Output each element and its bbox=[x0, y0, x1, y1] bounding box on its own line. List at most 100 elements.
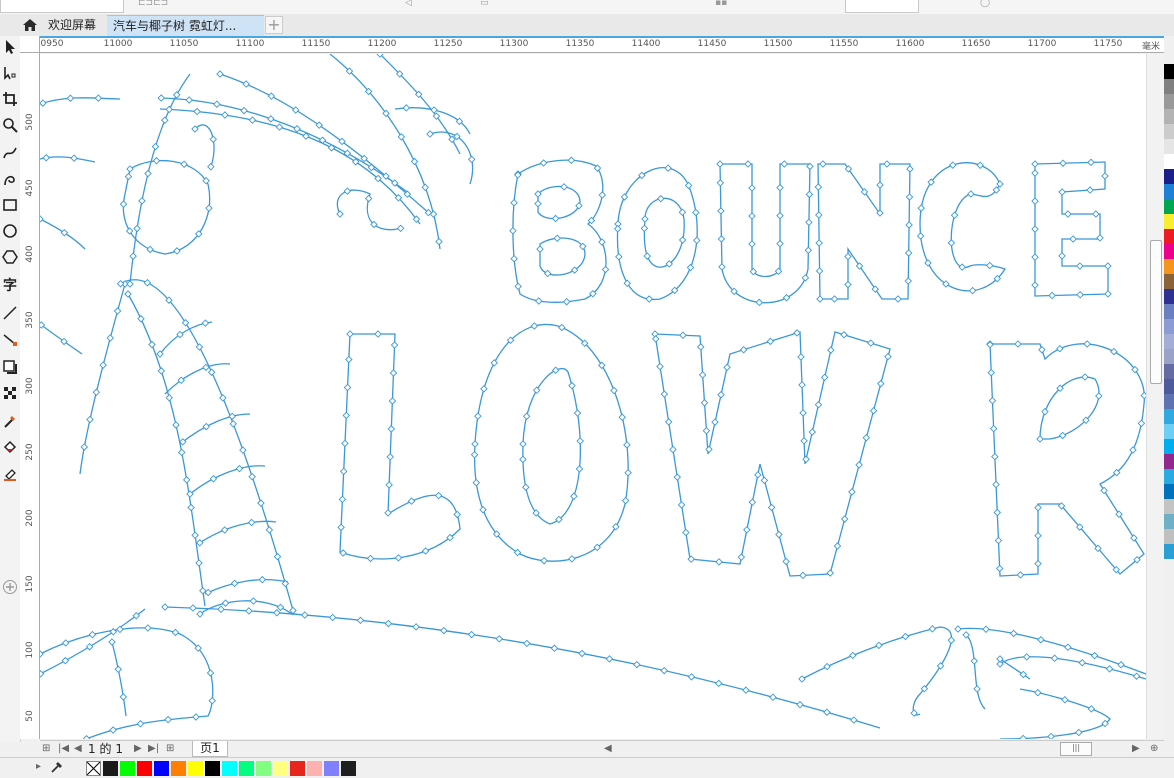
path-node[interactable] bbox=[796, 700, 804, 709]
path-node[interactable] bbox=[905, 193, 914, 201]
path-node[interactable] bbox=[208, 696, 216, 705]
path-node[interactable] bbox=[1104, 290, 1112, 298]
path-node[interactable] bbox=[394, 554, 403, 562]
path-node[interactable] bbox=[258, 575, 267, 584]
path-node[interactable] bbox=[1031, 253, 1039, 261]
path-node[interactable] bbox=[291, 106, 300, 114]
navigator-icon[interactable]: ⊕ bbox=[1150, 741, 1158, 757]
path-node[interactable] bbox=[815, 211, 823, 219]
path-node[interactable] bbox=[954, 625, 962, 633]
path-node[interactable] bbox=[177, 448, 186, 457]
path-node[interactable] bbox=[686, 263, 695, 272]
path-node[interactable] bbox=[947, 239, 956, 247]
horizontal-scroll-thumb[interactable]: ||| bbox=[1060, 742, 1092, 756]
path-node[interactable] bbox=[815, 239, 823, 247]
path-node[interactable] bbox=[775, 530, 783, 539]
zoom-tool-icon[interactable] bbox=[0, 114, 20, 136]
path-node[interactable] bbox=[216, 70, 224, 78]
path-node[interactable] bbox=[739, 345, 748, 354]
path-node[interactable] bbox=[217, 605, 225, 614]
path-node[interactable] bbox=[148, 340, 156, 349]
toolbar-glyph[interactable]: ▭ bbox=[480, 0, 489, 8]
path-node[interactable] bbox=[1036, 435, 1044, 443]
path-node[interactable] bbox=[389, 369, 398, 377]
toolbar-glyph[interactable]: ▪▪ bbox=[715, 0, 727, 8]
path-node[interactable] bbox=[743, 525, 751, 534]
path-node[interactable] bbox=[766, 337, 775, 346]
path-node[interactable] bbox=[716, 179, 725, 187]
path-node[interactable] bbox=[705, 445, 713, 454]
path-node[interactable] bbox=[257, 499, 265, 507]
interactive-fill-icon[interactable] bbox=[0, 436, 20, 458]
path-node[interactable] bbox=[143, 278, 152, 287]
path-node[interactable] bbox=[1016, 571, 1025, 579]
palette-swatch[interactable] bbox=[1164, 244, 1174, 259]
path-node[interactable] bbox=[1041, 407, 1049, 416]
ruler-origin[interactable] bbox=[20, 36, 40, 53]
document-color-swatch[interactable] bbox=[188, 761, 203, 776]
path-node[interactable] bbox=[754, 471, 762, 479]
path-node[interactable] bbox=[470, 450, 479, 459]
path-node[interactable] bbox=[576, 437, 584, 445]
path-node[interactable] bbox=[987, 368, 995, 377]
path-node[interactable] bbox=[568, 381, 576, 390]
path-node[interactable] bbox=[799, 409, 807, 417]
palette-swatch[interactable] bbox=[1164, 454, 1174, 469]
path-node[interactable] bbox=[601, 265, 610, 274]
path-node[interactable] bbox=[805, 218, 813, 227]
text-tool-icon[interactable]: 字 bbox=[0, 274, 20, 296]
path-node[interactable] bbox=[185, 96, 193, 104]
path-node[interactable] bbox=[1086, 186, 1094, 194]
path-node[interactable] bbox=[808, 428, 817, 436]
horizontal-scrollbar[interactable]: ◀ ||| ▶ bbox=[604, 742, 1144, 756]
page-tab[interactable]: 页1 bbox=[192, 741, 228, 757]
path-node[interactable] bbox=[802, 455, 810, 464]
path-node[interactable] bbox=[144, 169, 152, 178]
path-node[interactable] bbox=[86, 415, 94, 424]
path-node[interactable] bbox=[146, 245, 154, 254]
palette-swatch[interactable] bbox=[1164, 154, 1174, 169]
path-node[interactable] bbox=[138, 197, 146, 205]
property-spinner[interactable] bbox=[845, 0, 919, 13]
path-node[interactable] bbox=[613, 225, 622, 233]
path-node[interactable] bbox=[767, 503, 776, 512]
path-node[interactable] bbox=[343, 187, 352, 195]
path-node[interactable] bbox=[247, 518, 256, 527]
path-node[interactable] bbox=[1096, 234, 1104, 242]
no-color-swatch[interactable] bbox=[86, 761, 101, 776]
path-node[interactable] bbox=[342, 411, 351, 420]
path-node[interactable] bbox=[855, 461, 863, 469]
path-node[interactable] bbox=[848, 488, 856, 496]
path-node[interactable] bbox=[844, 280, 852, 289]
path-node[interactable] bbox=[1047, 732, 1055, 739]
path-node[interactable] bbox=[827, 346, 835, 354]
path-node[interactable] bbox=[161, 116, 169, 124]
palette-swatch[interactable] bbox=[1164, 469, 1174, 484]
path-node[interactable] bbox=[1061, 696, 1069, 704]
document-color-swatch[interactable] bbox=[290, 761, 305, 776]
path-node[interactable] bbox=[522, 483, 530, 491]
palette-swatch[interactable] bbox=[1164, 304, 1174, 319]
path-node[interactable] bbox=[1038, 345, 1046, 354]
palette-swatch[interactable] bbox=[1164, 169, 1174, 184]
document-color-swatch[interactable] bbox=[341, 761, 356, 776]
path-node[interactable] bbox=[205, 204, 213, 212]
path-node[interactable] bbox=[816, 295, 824, 303]
path-node[interactable] bbox=[1076, 262, 1084, 270]
path-node[interactable] bbox=[840, 331, 848, 339]
path-node[interactable] bbox=[119, 693, 128, 701]
path-node[interactable] bbox=[80, 443, 89, 451]
tab-document[interactable]: 汽车与椰子树 霓虹灯... bbox=[107, 15, 264, 36]
path-node[interactable] bbox=[1110, 347, 1118, 356]
path-node[interactable] bbox=[384, 509, 392, 517]
path-node[interactable] bbox=[875, 641, 883, 650]
path-node[interactable] bbox=[109, 726, 117, 734]
path-node[interactable] bbox=[1031, 225, 1039, 233]
path-node[interactable] bbox=[801, 274, 810, 282]
path-node[interactable] bbox=[328, 613, 337, 622]
path-node[interactable] bbox=[748, 212, 756, 220]
path-node[interactable] bbox=[99, 361, 107, 369]
palette-swatch[interactable] bbox=[1164, 124, 1174, 139]
path-node[interactable] bbox=[229, 420, 237, 428]
artistic-media-icon[interactable] bbox=[0, 168, 20, 190]
